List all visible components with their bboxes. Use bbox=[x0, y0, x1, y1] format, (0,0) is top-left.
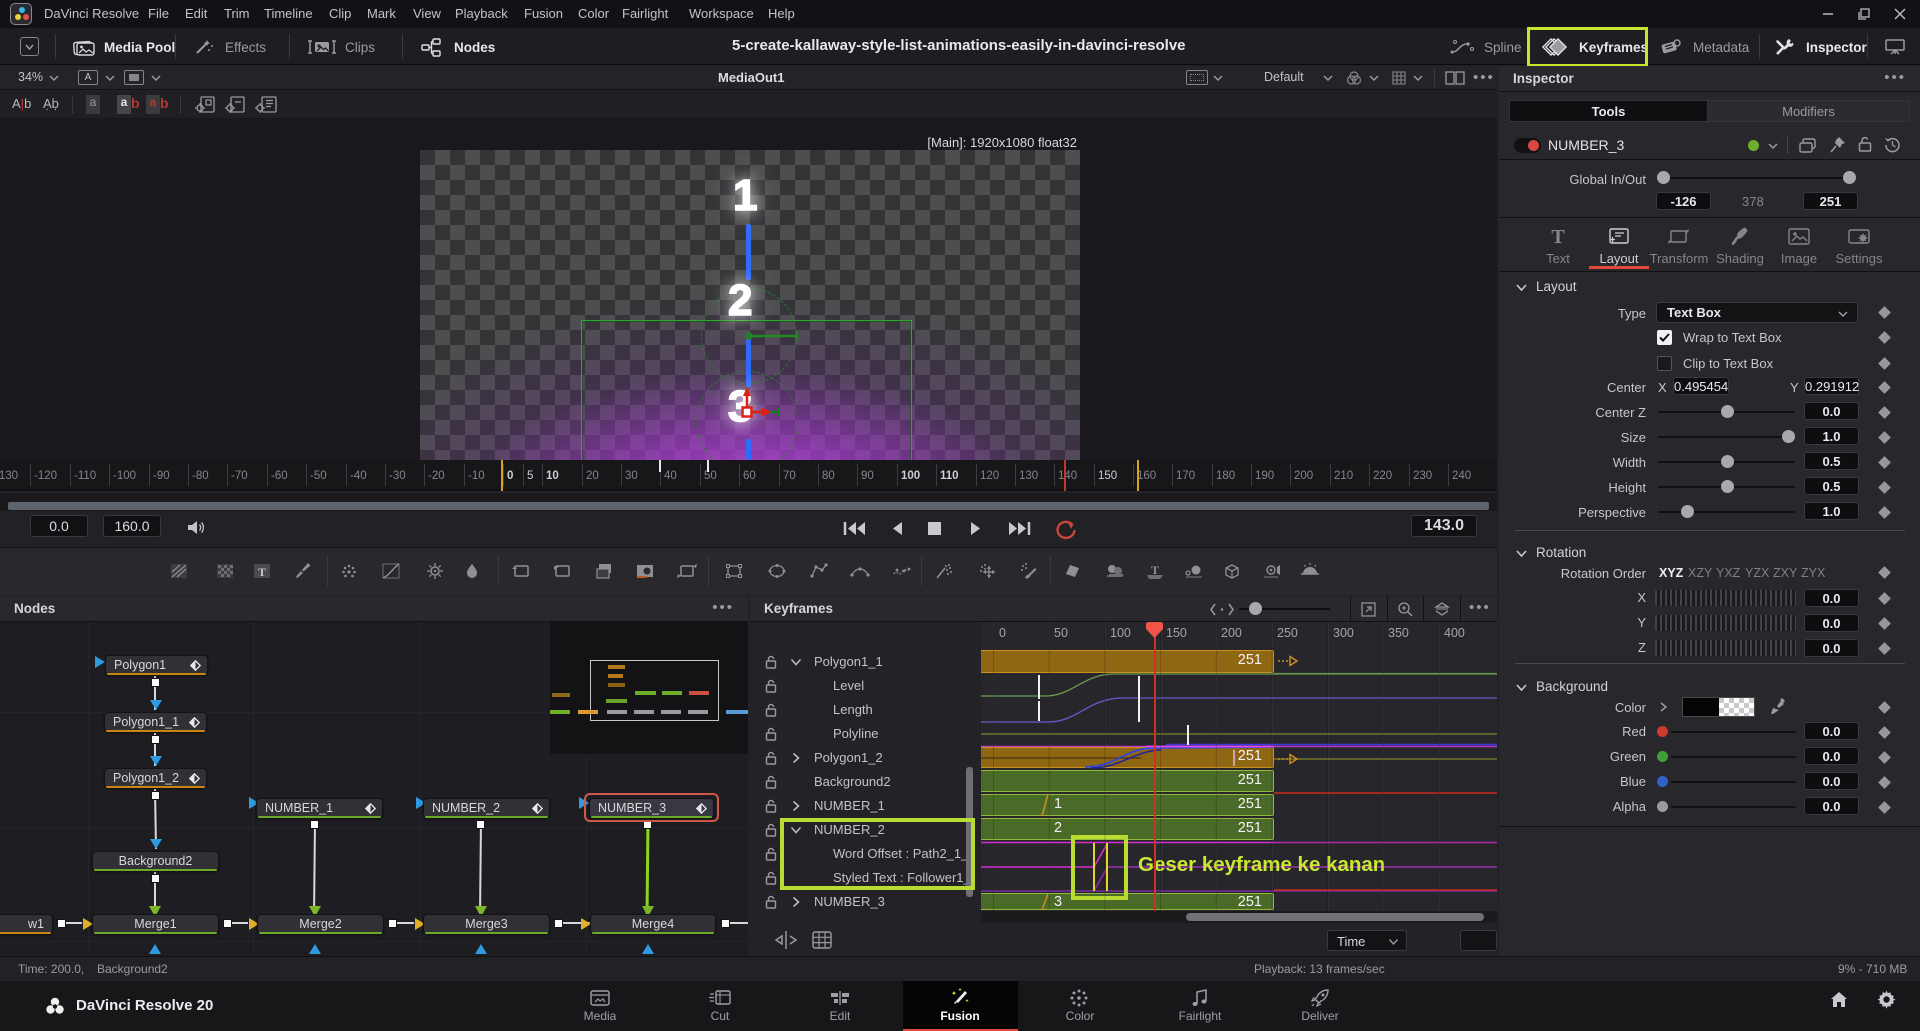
svg-text:T: T bbox=[1551, 226, 1565, 248]
svg-text:T: T bbox=[258, 565, 266, 579]
svg-text:T: T bbox=[1151, 563, 1159, 577]
